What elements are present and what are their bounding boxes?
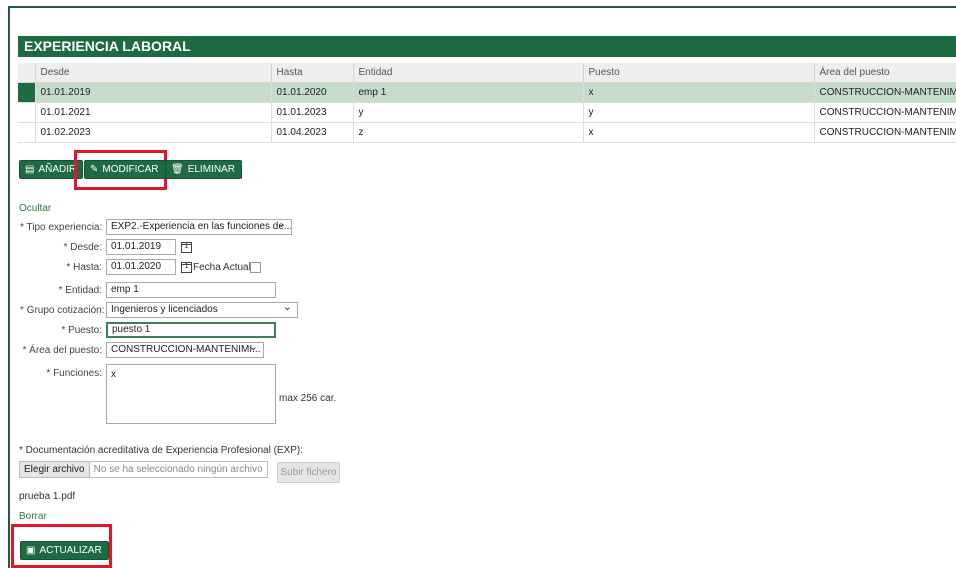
table-row[interactable]: 01.01.2021 01.01.2023 y y CONSTRUCCION-M… [18,102,956,123]
entidad-input[interactable]: emp 1 [106,282,276,298]
add-button-label: AÑADIR [38,164,77,175]
cell-area: CONSTRUCCION-MANTENIMIENTO [814,102,956,123]
row-selector[interactable] [18,82,36,103]
section-title: EXPERIENCIA LABORAL [18,36,956,57]
update-button[interactable]: ▣ ACTUALIZAR [20,541,109,560]
save-icon: ▣ [26,545,36,556]
experience-table: Desde Hasta Entidad Puesto Área del pues… [18,63,956,143]
row-selector-header [18,63,36,83]
funciones-label: * Funciones: [46,368,102,379]
cell-area: CONSTRUCCION-MANTENIMIENTO [814,82,956,103]
cell-desde: 01.01.2019 [35,82,272,103]
puesto-value: puesto 1 [112,324,151,335]
column-header-desde[interactable]: Desde [35,63,272,83]
delete-file-link[interactable]: Borrar [19,511,47,522]
trash-icon: 🗑 [171,164,184,175]
column-header-puesto[interactable]: Puesto [583,63,815,83]
puesto-input[interactable]: puesto 1 [106,322,276,338]
entidad-value: emp 1 [111,284,139,295]
delete-button-label: ELIMINAR [187,164,235,175]
upload-file-button[interactable]: Subir fichero [277,462,340,483]
area-puesto-value: CONSTRUCCION-MANTENIMI... [111,344,261,355]
cell-hasta: 01.04.2023 [271,122,354,143]
funciones-textarea[interactable]: x [106,364,276,424]
cell-area: CONSTRUCCION-MANTENIMIENTO [814,122,956,143]
grupo-cotizacion-label: * Grupo cotización: [20,305,105,316]
hasta-date-input[interactable]: 01.01.2020 [106,259,176,275]
tipo-experiencia-value: EXP2.-Experiencia en las funciones de... [111,221,292,232]
cell-entidad: y [353,102,584,123]
table-row[interactable]: 01.02.2023 01.04.2023 z x CONSTRUCCION-M… [18,122,956,143]
cell-desde: 01.02.2023 [35,122,272,143]
column-header-entidad[interactable]: Entidad [353,63,584,83]
tipo-experiencia-label: * Tipo experiencia: [20,222,103,233]
cell-puesto: x [583,82,815,103]
frame-left-border [8,6,10,568]
area-puesto-label: * Área del puesto: [22,345,103,356]
row-selector[interactable] [18,122,36,143]
choose-file-button[interactable]: Elegir archivo [20,462,90,477]
max-chars-hint: max 256 car. [279,393,337,404]
modify-button-label: MODIFICAR [102,164,159,175]
cell-hasta: 01.01.2023 [271,102,354,123]
table-header-row: Desde Hasta Entidad Puesto Área del pues… [18,63,956,83]
cell-hasta: 01.01.2020 [271,82,354,103]
desde-calendar-icon[interactable]: 1 [181,242,192,253]
pencil-icon: ✎ [90,164,99,175]
uploaded-file-name: prueba 1.pdf [19,491,76,502]
cell-puesto: x [583,122,815,143]
desde-value: 01.01.2019 [111,241,162,252]
puesto-label: * Puesto: [61,325,102,336]
column-header-area[interactable]: Área del puesto [814,63,956,83]
hasta-label: * Hasta: [66,262,102,273]
fecha-actual-label: Fecha Actual: [193,262,254,273]
desde-date-input[interactable]: 01.01.2019 [106,239,176,255]
cell-puesto: y [583,102,815,123]
grupo-cotizacion-select[interactable]: Ingenieros y licenciados [106,302,298,318]
area-puesto-select[interactable]: CONSTRUCCION-MANTENIMI... [106,342,264,358]
column-header-hasta[interactable]: Hasta [271,63,354,83]
update-button-label: ACTUALIZAR [39,545,102,556]
delete-button[interactable]: 🗑 ELIMINAR [165,160,242,179]
hasta-calendar-icon[interactable]: 1 [181,262,192,273]
add-row-icon: ▤ [25,164,35,175]
row-selector[interactable] [18,102,36,123]
desde-label: * Desde: [63,242,102,253]
entidad-label: * Entidad: [58,285,102,296]
cell-entidad: emp 1 [353,82,584,103]
file-chooser[interactable]: Elegir archivo No se ha seleccionado nin… [19,461,268,478]
hide-form-link[interactable]: Ocultar [19,203,51,214]
documentation-label: * Documentación acreditativa de Experien… [19,445,304,456]
grupo-cotizacion-value: Ingenieros y licenciados [111,304,218,315]
funciones-value: x [111,369,116,380]
modify-button[interactable]: ✎ MODIFICAR [84,160,166,179]
table-row[interactable]: 01.01.2019 01.01.2020 emp 1 x CONSTRUCCI… [18,82,956,103]
no-file-selected-text: No se ha seleccionado ningún archivo [89,462,267,477]
cell-entidad: z [353,122,584,143]
tipo-experiencia-select[interactable]: EXP2.-Experiencia en las funciones de... [106,219,292,235]
cell-desde: 01.01.2021 [35,102,272,123]
fecha-actual-checkbox[interactable] [250,262,261,273]
hasta-value: 01.01.2020 [111,261,162,272]
frame-top-border [8,6,956,8]
